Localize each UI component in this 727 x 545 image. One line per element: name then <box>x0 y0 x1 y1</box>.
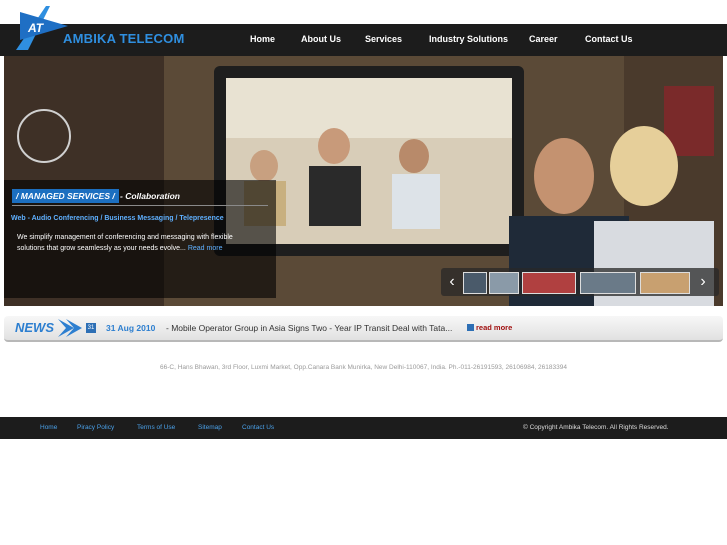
thumbnail-3[interactable] <box>522 272 576 294</box>
nav-career[interactable]: Career <box>529 34 558 44</box>
brand-name[interactable]: AMBIKA TELECOM <box>63 31 184 46</box>
footer-piracy-policy-link[interactable]: Piracy Policy <box>77 424 114 431</box>
copyright: © Copyright Ambika Telecom. All Rights R… <box>523 424 669 431</box>
service-links[interactable]: Web - Audio Conferencing / Business Mess… <box>11 215 224 222</box>
thumbnail-5[interactable] <box>640 272 690 294</box>
thumbnail-4[interactable] <box>580 272 636 294</box>
calendar-icon: 31 <box>86 323 96 333</box>
nav-services[interactable]: Services <box>365 34 402 44</box>
news-read-more-link[interactable]: read more <box>476 323 512 332</box>
service-subtitle: - Collaboration <box>120 191 180 201</box>
footer-terms-link[interactable]: Terms of Use <box>137 424 175 431</box>
service-tag[interactable]: / MANAGED SERVICES / <box>12 189 119 203</box>
office-address: 66-C, Hans Bhawan, 3rd Floor, Luxmi Mark… <box>160 364 567 371</box>
top-strip <box>0 0 727 24</box>
news-date: 31 Aug 2010 <box>106 323 156 333</box>
news-label: NEWS <box>15 320 54 335</box>
footer-contact-link[interactable]: Contact Us <box>242 424 274 431</box>
chevron-right-icon[interactable]: › <box>698 272 708 292</box>
nav-industry-solutions[interactable]: Industry Solutions <box>429 34 508 44</box>
read-more-icon <box>467 324 474 331</box>
footer-sitemap-link[interactable]: Sitemap <box>198 424 222 431</box>
thumbnail-1[interactable] <box>463 272 487 294</box>
nav-home[interactable]: Home <box>250 34 275 44</box>
chevron-left-icon[interactable]: ‹ <box>447 272 457 292</box>
nav-contact-us[interactable]: Contact Us <box>585 34 633 44</box>
service-description: We simplify management of conferencing a… <box>17 232 262 254</box>
hero-read-more-link[interactable]: Read more <box>188 245 223 252</box>
thumbnail-2[interactable] <box>489 272 519 294</box>
caption-divider <box>12 205 268 206</box>
news-headline[interactable]: - Mobile Operator Group in Asia Signs Tw… <box>166 323 452 333</box>
nav-about-us[interactable]: About Us <box>301 34 341 44</box>
footer-home-link[interactable]: Home <box>40 424 57 431</box>
news-arrow-icon <box>58 319 82 337</box>
logo-monogram: AT <box>27 21 45 35</box>
